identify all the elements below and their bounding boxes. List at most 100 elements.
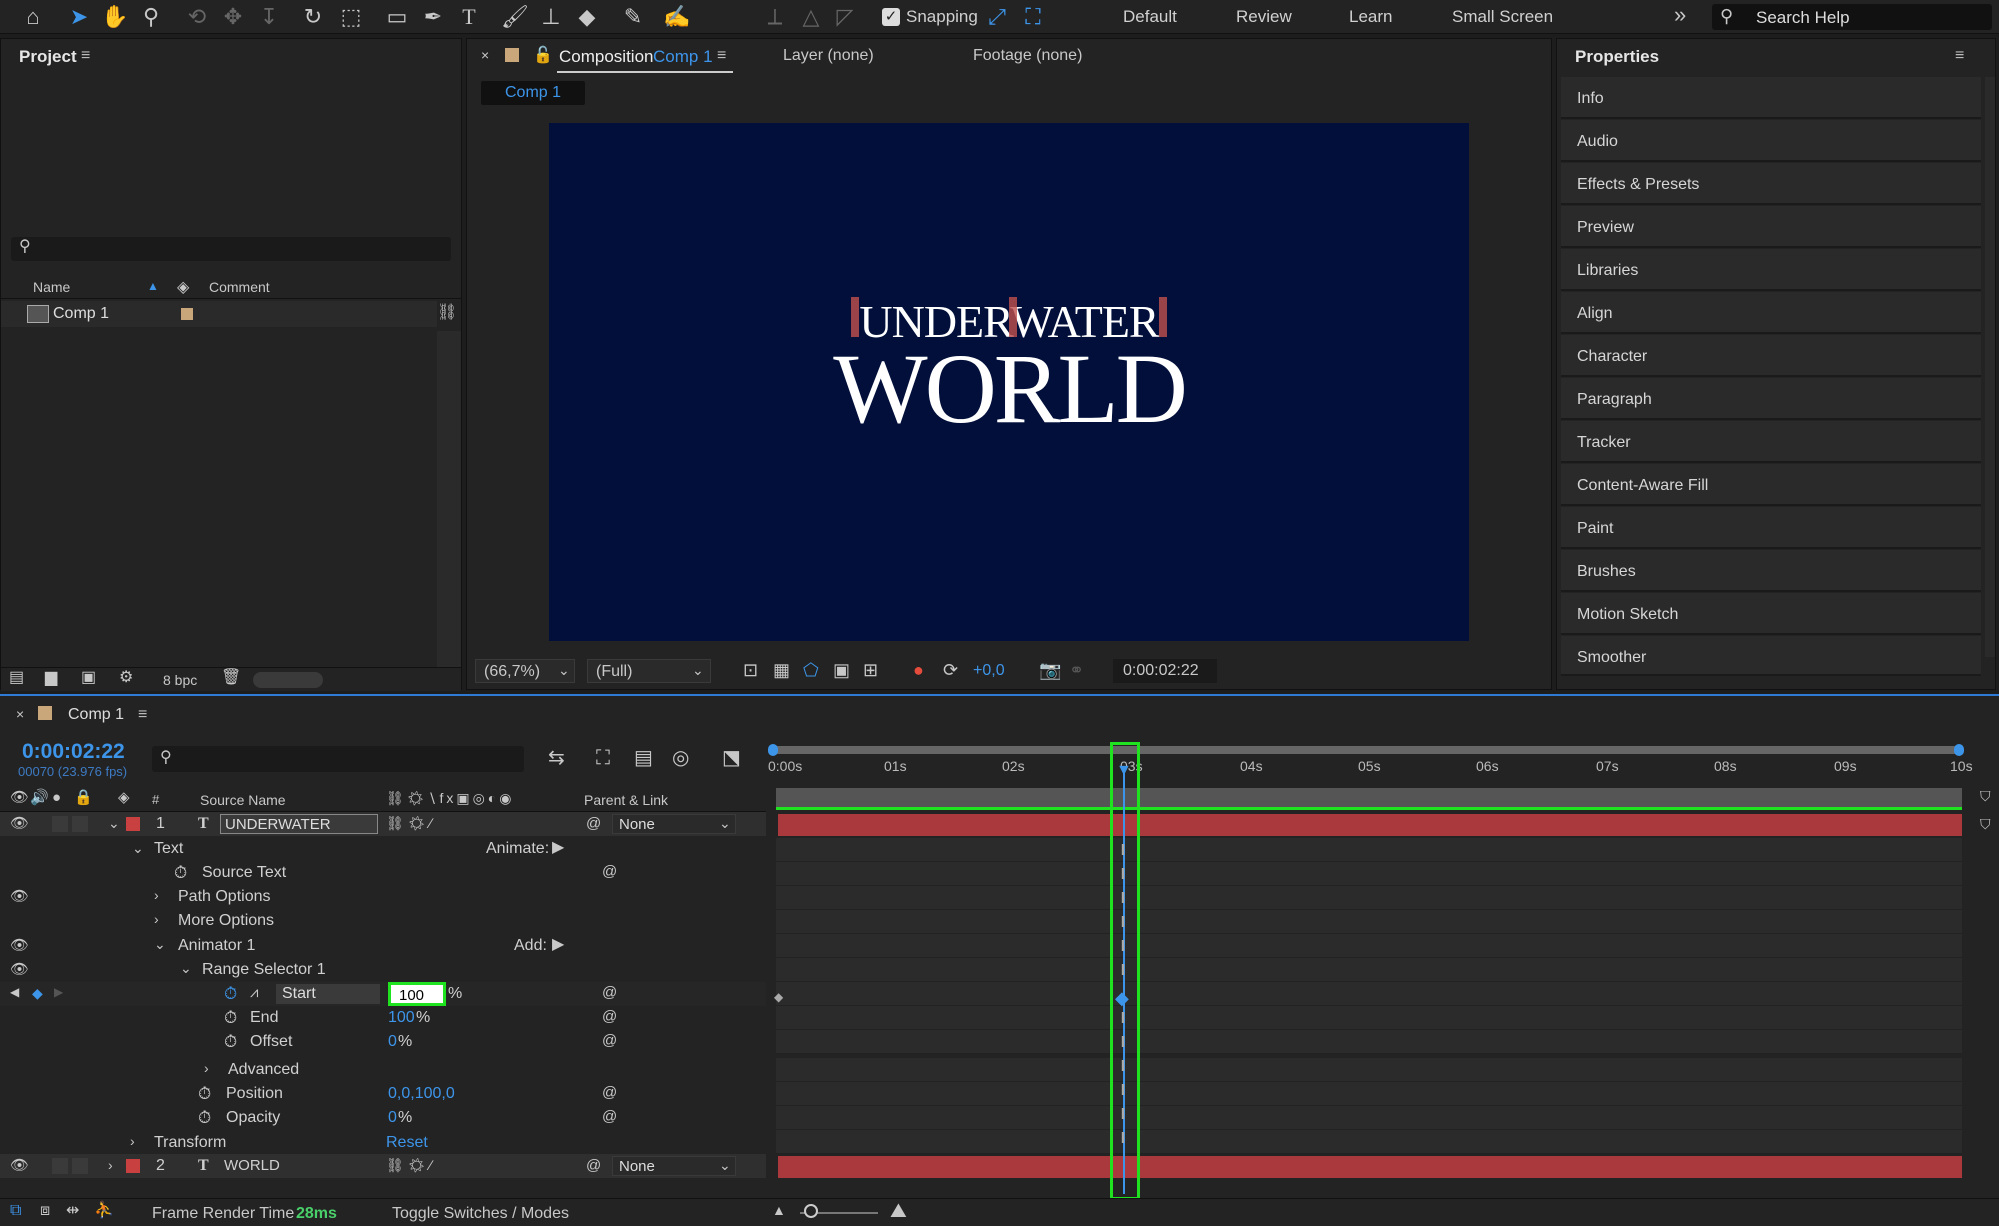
text-group-chevron-icon[interactable]: ⌄ [132,841,144,855]
lock-icon[interactable]: 🔓 [533,45,553,65]
animator-row[interactable]: 👁 ⌄ Animator 1 Add: ▶ [0,934,766,958]
audio-toggle-icon[interactable]: 🔊 [30,790,49,805]
add-menu-icon[interactable]: ▶ [552,937,564,953]
comp-mini-flowchart-icon[interactable]: ⇆ [548,748,565,768]
close-timeline-icon[interactable]: × [16,706,24,722]
layer1-pickwhip-icon[interactable]: @ [586,816,601,831]
snap-edges-icon[interactable]: ⤢ [982,2,1012,32]
video-toggle-icon[interactable]: 👁 [10,790,29,805]
shy-layers-icon[interactable]: ⛶ [596,748,610,768]
layer-tab[interactable]: Layer (none) [783,47,874,65]
opacity-pickwhip-icon[interactable]: @ [602,1109,617,1124]
resolution-select[interactable]: (Full) ⌄ [587,659,711,683]
solo-icon[interactable]: ● [52,790,61,805]
col-comment[interactable]: Comment [209,279,270,295]
more-options-chevron-icon[interactable]: › [154,912,159,926]
puppet-tool-icon[interactable]: ✍ [662,2,692,32]
stopwatch-icon[interactable]: ⏱ [174,864,187,881]
layer2-label-color[interactable] [126,1159,140,1173]
hand-tool-icon[interactable]: ✋ [100,2,130,32]
panel-preview[interactable]: Preview [1561,206,1981,248]
layer1-visibility-icon[interactable]: 👁 [10,816,29,831]
panel-character[interactable]: Character [1561,335,1981,377]
col-parent-link[interactable]: Parent & Link [584,792,668,808]
layer2-name[interactable]: WORLD [224,1157,280,1174]
offset-stopwatch-icon[interactable]: ⏱ [224,1033,237,1050]
render-time-pane-icon[interactable]: ⛹ [94,1203,114,1219]
work-area-bar[interactable] [776,788,1962,810]
zoom-slider-thumb[interactable] [804,1204,818,1218]
roto-brush-icon[interactable]: ✎ [618,2,648,32]
layer2-pickwhip-icon[interactable]: @ [586,1158,601,1173]
selection-tool-icon[interactable]: ➤ [64,2,94,32]
transform-reset-link[interactable]: Reset [386,1134,428,1152]
mask-visibility-icon[interactable]: ⬠ [803,661,819,679]
animate-menu-icon[interactable]: ▶ [552,840,564,856]
start-property-row[interactable]: ◀ ◆ ▶ ⏱ ⩘ Start 100 % @ [0,982,766,1006]
layer1-parent-select[interactable]: None ⌄ [612,814,736,834]
axis-local-icon[interactable]: ⟂ [760,2,790,32]
opacity-stopwatch-icon[interactable]: ⏱ [198,1109,211,1126]
offset-value[interactable]: 0 [388,1033,397,1051]
panel-libraries[interactable]: Libraries [1561,249,1981,291]
more-options-row[interactable]: › More Options [0,909,766,933]
layer1-name-field[interactable]: UNDERWATER [220,814,378,834]
comp-marker-icon[interactable]: ⛉ [1980,788,1996,808]
col-source-name[interactable]: Source Name [200,792,286,808]
navigator-end-handle[interactable] [1954,744,1964,756]
layer-switches-pane-icon[interactable]: ⧉ [10,1203,21,1219]
layer1-lock-switch[interactable] [72,816,88,832]
lock-column-icon[interactable]: 🔒 [74,790,93,805]
home-icon[interactable]: ⌂ [18,2,48,32]
position-value[interactable]: 0,0,100,0 [388,1085,455,1103]
end-pickwhip-icon[interactable]: @ [602,1009,617,1024]
properties-scrollbar[interactable] [1985,77,1995,657]
orbit-tool-icon[interactable]: ⟲ [182,2,212,32]
position-property-row[interactable]: ⏱ Position 0,0,100,0 @ [0,1082,766,1106]
project-scrollbar[interactable] [437,331,461,667]
layer2-switches-icon[interactable]: ⛓☀∕ [386,1157,436,1174]
end-value[interactable]: 100 [388,1009,415,1027]
flowchart-icon[interactable]: ⛓ [437,305,457,321]
panel-brushes[interactable]: Brushes [1561,550,1981,592]
end-stopwatch-icon[interactable]: ⏱ [224,1009,237,1026]
add-label[interactable]: Add: [514,937,547,955]
snap-features-icon[interactable]: ⛶ [1018,2,1048,32]
layer1-solo-switch[interactable] [52,816,68,832]
rectangle-tool-icon[interactable]: ▭ [382,2,412,32]
zoom-tool-icon[interactable]: ⚲ [136,2,166,32]
layer2-lock-switch[interactable] [72,1158,88,1174]
snapshot-icon[interactable]: 📷 [1039,661,1061,679]
grid-guides-icon[interactable]: ⊞ [863,661,878,679]
timeline-search-input[interactable]: ⚲ [152,746,524,772]
layer-row-underwater[interactable]: 👁 ⌄ 1 T UNDERWATER ⛓☀∕ @ None ⌄ [0,812,766,836]
composition-tab-title[interactable]: Composition [559,47,654,67]
time-navigator-bar[interactable] [772,746,1958,754]
range-selector-row[interactable]: 👁 ⌄ Range Selector 1 [0,958,766,982]
layer2-solo-switch[interactable] [52,1158,68,1174]
pan-tool-icon[interactable]: ✥ [218,2,248,32]
new-comp-icon[interactable]: ▣ [81,670,96,686]
opacity-value[interactable]: 0 [388,1109,397,1127]
project-search-input[interactable]: ⚲ [11,237,451,261]
toggle-switches-modes[interactable]: Toggle Switches / Modes [392,1205,569,1223]
layer1-duration-bar[interactable] [778,814,1962,836]
animator-chevron-icon[interactable]: ⌄ [154,937,166,951]
panel-paint[interactable]: Paint [1561,507,1981,549]
clone-stamp-icon[interactable]: ⊥ [536,2,566,32]
type-tool-icon[interactable]: T [454,2,484,32]
channel-icon[interactable]: ● [913,661,924,679]
panel-smoother[interactable]: Smoother [1561,636,1981,676]
range-selector-chevron-icon[interactable]: ⌄ [180,961,192,975]
graph-editor-icon[interactable]: ⬔ [722,748,741,768]
panel-paragraph[interactable]: Paragraph [1561,378,1981,420]
dolly-tool-icon[interactable]: ↧ [254,2,284,32]
end-property-row[interactable]: ⏱ End 100 % @ [0,1006,766,1030]
graph-icon[interactable]: ⩘ [250,985,258,1000]
keyframe-current[interactable]: ◆ [1115,988,1129,1009]
path-options-eye-icon[interactable]: 👁 [10,889,29,904]
pan-behind-icon[interactable]: ⬚ [336,2,366,32]
interpret-footage-icon[interactable]: ▤ [9,670,24,686]
current-timecode[interactable]: 0:00:02:22 [22,740,125,764]
path-options-chevron-icon[interactable]: › [154,888,159,902]
